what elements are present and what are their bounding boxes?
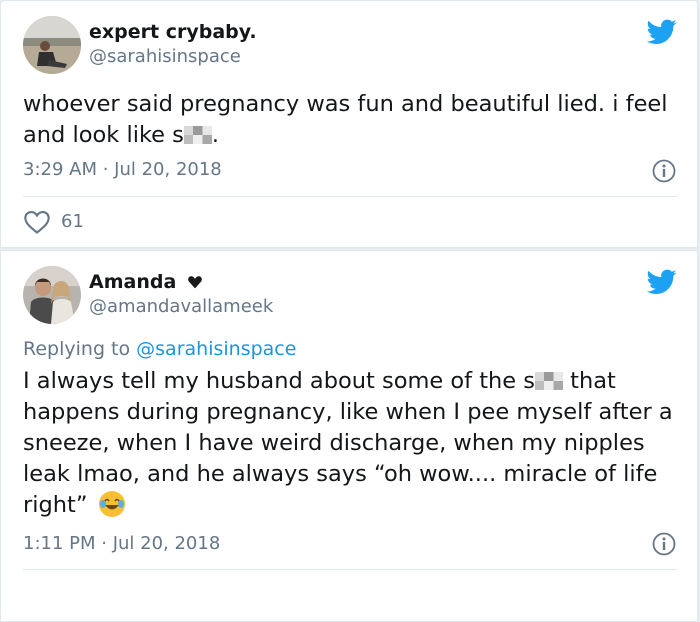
tears-of-joy-emoji bbox=[98, 491, 125, 517]
replying-to-prefix: Replying to bbox=[23, 338, 137, 360]
handle[interactable]: @amandavallameek bbox=[89, 296, 273, 317]
tweet-text-part2: . bbox=[211, 122, 220, 148]
replying-to: Replying to @sarahisinspace bbox=[23, 338, 296, 360]
avatar[interactable] bbox=[23, 266, 81, 324]
info-icon[interactable] bbox=[651, 531, 677, 557]
heart-icon[interactable] bbox=[23, 209, 51, 235]
divider bbox=[23, 196, 677, 197]
info-icon[interactable] bbox=[651, 158, 677, 184]
tweet-text: whoever said pregnancy was fun and beaut… bbox=[23, 89, 683, 151]
handle[interactable]: @sarahisinspace bbox=[89, 46, 241, 67]
censored-word bbox=[183, 126, 212, 144]
twitter-bird-icon[interactable] bbox=[647, 19, 677, 45]
timestamp[interactable]: 3:29 AM · Jul 20, 2018 bbox=[23, 159, 222, 180]
divider bbox=[23, 569, 677, 570]
display-name-text: Amanda bbox=[89, 271, 177, 293]
tweet-card-original: expert crybaby. @sarahisinspace whoever … bbox=[0, 0, 698, 248]
censored-word bbox=[535, 372, 564, 390]
tweet-card-reply: Amanda @amandavallameek Replying to @sar… bbox=[0, 250, 698, 622]
timestamp[interactable]: 1:11 PM · Jul 20, 2018 bbox=[23, 533, 220, 554]
replying-to-handle[interactable]: @sarahisinspace bbox=[136, 338, 296, 360]
display-name[interactable]: expert crybaby. bbox=[89, 21, 257, 43]
avatar[interactable] bbox=[23, 16, 81, 74]
black-heart-icon bbox=[188, 276, 202, 289]
twitter-bird-icon[interactable] bbox=[647, 269, 677, 295]
like-count: 61 bbox=[61, 211, 84, 232]
tweet-text-part1: I always tell my husband about some of t… bbox=[23, 368, 536, 394]
display-name[interactable]: Amanda bbox=[89, 271, 203, 293]
tweet-text-part1: whoever said pregnancy was fun and beaut… bbox=[23, 91, 668, 148]
tweet-text: I always tell my husband about some of t… bbox=[23, 366, 683, 521]
